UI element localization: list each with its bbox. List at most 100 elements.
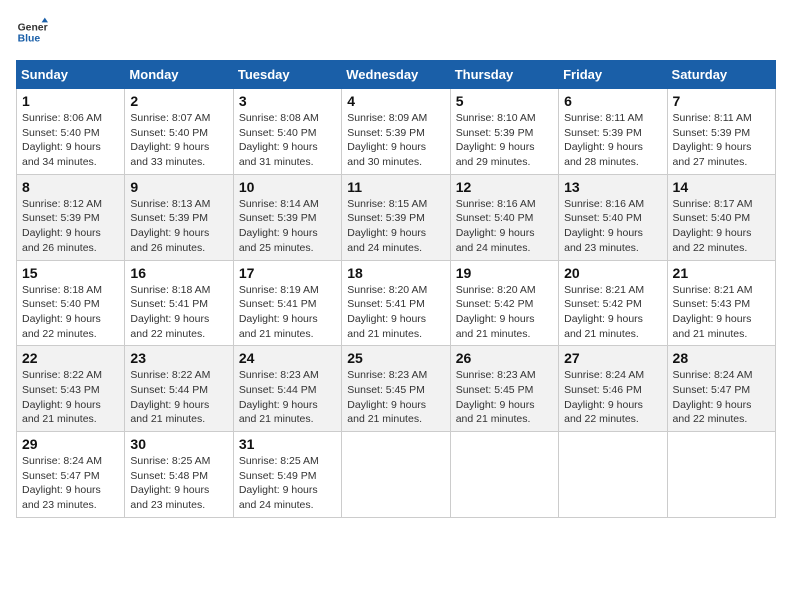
calendar-week-row: 1 Sunrise: 8:06 AMSunset: 5:40 PMDaylight… xyxy=(17,89,776,175)
calendar-table: SundayMondayTuesdayWednesdayThursdayFrid… xyxy=(16,60,776,518)
weekday-header-wednesday: Wednesday xyxy=(342,61,450,89)
day-info: Sunrise: 8:06 AMSunset: 5:40 PMDaylight:… xyxy=(22,111,119,170)
calendar-day-cell: 14 Sunrise: 8:17 AMSunset: 5:40 PMDayligh… xyxy=(667,174,775,260)
day-info: Sunrise: 8:24 AMSunset: 5:47 PMDaylight:… xyxy=(22,454,119,513)
day-number: 16 xyxy=(130,265,227,281)
header: General Blue xyxy=(16,16,776,48)
weekday-header-saturday: Saturday xyxy=(667,61,775,89)
day-info: Sunrise: 8:16 AMSunset: 5:40 PMDaylight:… xyxy=(456,197,553,256)
day-info: Sunrise: 8:23 AMSunset: 5:45 PMDaylight:… xyxy=(347,368,444,427)
weekday-header-row: SundayMondayTuesdayWednesdayThursdayFrid… xyxy=(17,61,776,89)
day-info: Sunrise: 8:07 AMSunset: 5:40 PMDaylight:… xyxy=(130,111,227,170)
day-info: Sunrise: 8:18 AMSunset: 5:41 PMDaylight:… xyxy=(130,283,227,342)
day-number: 12 xyxy=(456,179,553,195)
day-number: 17 xyxy=(239,265,336,281)
calendar-day-cell: 21Sunrise: 8:21 AMSunset: 5:43 PMDayligh… xyxy=(667,260,775,346)
day-number: 6 xyxy=(564,93,661,109)
day-number: 22 xyxy=(22,350,119,366)
calendar-day-cell: 20 Sunrise: 8:21 AMSunset: 5:42 PMDayligh… xyxy=(559,260,667,346)
calendar-week-row: 29 Sunrise: 8:24 AMSunset: 5:47 PMDayligh… xyxy=(17,432,776,518)
calendar-day-cell: 30 Sunrise: 8:25 AMSunset: 5:48 PMDayligh… xyxy=(125,432,233,518)
day-number: 18 xyxy=(347,265,444,281)
calendar-day-cell: 9 Sunrise: 8:13 AMSunset: 5:39 PMDaylight… xyxy=(125,174,233,260)
calendar-day-cell: 15 Sunrise: 8:18 AMSunset: 5:40 PMDayligh… xyxy=(17,260,125,346)
day-info: Sunrise: 8:11 AMSunset: 5:39 PMDaylight:… xyxy=(564,111,661,170)
calendar-day-cell: 18 Sunrise: 8:20 AMSunset: 5:41 PMDayligh… xyxy=(342,260,450,346)
weekday-header-sunday: Sunday xyxy=(17,61,125,89)
calendar-day-cell: 1 Sunrise: 8:06 AMSunset: 5:40 PMDaylight… xyxy=(17,89,125,175)
calendar-day-cell: 3 Sunrise: 8:08 AMSunset: 5:40 PMDaylight… xyxy=(233,89,341,175)
calendar-day-cell xyxy=(667,432,775,518)
day-number: 11 xyxy=(347,179,444,195)
day-info: Sunrise: 8:24 AMSunset: 5:46 PMDaylight:… xyxy=(564,368,661,427)
day-info: Sunrise: 8:08 AMSunset: 5:40 PMDaylight:… xyxy=(239,111,336,170)
calendar-day-cell: 11 Sunrise: 8:15 AMSunset: 5:39 PMDayligh… xyxy=(342,174,450,260)
day-number: 9 xyxy=(130,179,227,195)
day-number: 20 xyxy=(564,265,661,281)
weekday-header-friday: Friday xyxy=(559,61,667,89)
calendar-day-cell: 17 Sunrise: 8:19 AMSunset: 5:41 PMDayligh… xyxy=(233,260,341,346)
day-info: Sunrise: 8:23 AMSunset: 5:44 PMDaylight:… xyxy=(239,368,336,427)
day-number: 31 xyxy=(239,436,336,452)
weekday-header-monday: Monday xyxy=(125,61,233,89)
calendar-day-cell: 4Sunrise: 8:09 AMSunset: 5:39 PMDaylight… xyxy=(342,89,450,175)
day-number: 5 xyxy=(456,93,553,109)
calendar-day-cell: 6 Sunrise: 8:11 AMSunset: 5:39 PMDaylight… xyxy=(559,89,667,175)
day-number: 1 xyxy=(22,93,119,109)
day-info: Sunrise: 8:17 AMSunset: 5:40 PMDaylight:… xyxy=(673,197,770,256)
svg-text:Blue: Blue xyxy=(18,34,41,45)
calendar-day-cell: 22Sunrise: 8:22 AMSunset: 5:43 PMDayligh… xyxy=(17,346,125,432)
logo-icon: General Blue xyxy=(16,16,48,48)
day-info: Sunrise: 8:13 AMSunset: 5:39 PMDaylight:… xyxy=(130,197,227,256)
day-info: Sunrise: 8:24 AMSunset: 5:47 PMDaylight:… xyxy=(673,368,770,427)
day-info: Sunrise: 8:16 AMSunset: 5:40 PMDaylight:… xyxy=(564,197,661,256)
svg-text:General: General xyxy=(18,22,48,33)
day-number: 28 xyxy=(673,350,770,366)
day-info: Sunrise: 8:18 AMSunset: 5:40 PMDaylight:… xyxy=(22,283,119,342)
day-number: 26 xyxy=(456,350,553,366)
calendar-day-cell: 16 Sunrise: 8:18 AMSunset: 5:41 PMDayligh… xyxy=(125,260,233,346)
calendar-week-row: 15 Sunrise: 8:18 AMSunset: 5:40 PMDayligh… xyxy=(17,260,776,346)
calendar-day-cell: 27 Sunrise: 8:24 AMSunset: 5:46 PMDayligh… xyxy=(559,346,667,432)
day-number: 15 xyxy=(22,265,119,281)
calendar-week-row: 8Sunrise: 8:12 AMSunset: 5:39 PMDaylight… xyxy=(17,174,776,260)
calendar-day-cell: 24 Sunrise: 8:23 AMSunset: 5:44 PMDayligh… xyxy=(233,346,341,432)
calendar-day-cell: 26 Sunrise: 8:23 AMSunset: 5:45 PMDayligh… xyxy=(450,346,558,432)
day-number: 2 xyxy=(130,93,227,109)
calendar-day-cell: 13Sunrise: 8:16 AMSunset: 5:40 PMDayligh… xyxy=(559,174,667,260)
day-number: 30 xyxy=(130,436,227,452)
day-number: 21 xyxy=(673,265,770,281)
day-number: 4 xyxy=(347,93,444,109)
day-number: 10 xyxy=(239,179,336,195)
day-number: 24 xyxy=(239,350,336,366)
calendar-day-cell: 25Sunrise: 8:23 AMSunset: 5:45 PMDayligh… xyxy=(342,346,450,432)
day-number: 29 xyxy=(22,436,119,452)
calendar-day-cell: 5Sunrise: 8:10 AMSunset: 5:39 PMDaylight… xyxy=(450,89,558,175)
day-number: 27 xyxy=(564,350,661,366)
day-number: 8 xyxy=(22,179,119,195)
calendar-week-row: 22Sunrise: 8:22 AMSunset: 5:43 PMDayligh… xyxy=(17,346,776,432)
calendar-day-cell: 23Sunrise: 8:22 AMSunset: 5:44 PMDayligh… xyxy=(125,346,233,432)
day-number: 3 xyxy=(239,93,336,109)
calendar-day-cell: 19 Sunrise: 8:20 AMSunset: 5:42 PMDayligh… xyxy=(450,260,558,346)
day-info: Sunrise: 8:20 AMSunset: 5:41 PMDaylight:… xyxy=(347,283,444,342)
calendar-day-cell: 2 Sunrise: 8:07 AMSunset: 5:40 PMDaylight… xyxy=(125,89,233,175)
calendar-day-cell: 12 Sunrise: 8:16 AMSunset: 5:40 PMDayligh… xyxy=(450,174,558,260)
day-info: Sunrise: 8:21 AMSunset: 5:42 PMDaylight:… xyxy=(564,283,661,342)
logo: General Blue xyxy=(16,16,48,48)
day-number: 14 xyxy=(673,179,770,195)
day-number: 19 xyxy=(456,265,553,281)
day-info: Sunrise: 8:25 AMSunset: 5:48 PMDaylight:… xyxy=(130,454,227,513)
day-info: Sunrise: 8:20 AMSunset: 5:42 PMDaylight:… xyxy=(456,283,553,342)
day-info: Sunrise: 8:25 AMSunset: 5:49 PMDaylight:… xyxy=(239,454,336,513)
calendar-day-cell: 29 Sunrise: 8:24 AMSunset: 5:47 PMDayligh… xyxy=(17,432,125,518)
calendar-day-cell: 8Sunrise: 8:12 AMSunset: 5:39 PMDaylight… xyxy=(17,174,125,260)
day-info: Sunrise: 8:23 AMSunset: 5:45 PMDaylight:… xyxy=(456,368,553,427)
calendar-day-cell: 31 Sunrise: 8:25 AMSunset: 5:49 PMDayligh… xyxy=(233,432,341,518)
day-info: Sunrise: 8:22 AMSunset: 5:44 PMDaylight:… xyxy=(130,368,227,427)
day-info: Sunrise: 8:19 AMSunset: 5:41 PMDaylight:… xyxy=(239,283,336,342)
calendar-day-cell: 10 Sunrise: 8:14 AMSunset: 5:39 PMDayligh… xyxy=(233,174,341,260)
calendar-day-cell xyxy=(559,432,667,518)
day-info: Sunrise: 8:15 AMSunset: 5:39 PMDaylight:… xyxy=(347,197,444,256)
day-info: Sunrise: 8:14 AMSunset: 5:39 PMDaylight:… xyxy=(239,197,336,256)
